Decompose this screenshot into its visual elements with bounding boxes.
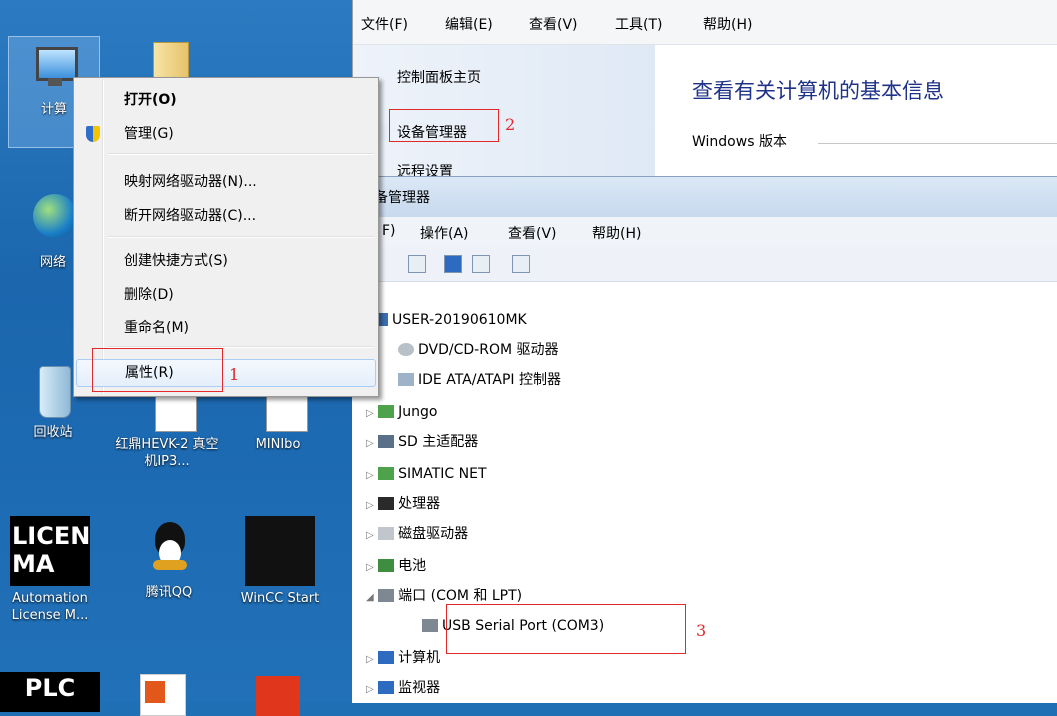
expand-arrow-icon[interactable]: ▷: [366, 408, 374, 419]
desktop-icon-label: 网络: [39, 255, 66, 270]
menu-item-map-drive[interactable]: 映射网络驱动器(N)...: [76, 169, 376, 195]
expand-arrow-icon[interactable]: ▷: [366, 500, 374, 511]
toolbar: [352, 247, 1057, 282]
sd-adapter-icon: [378, 435, 395, 448]
tree-node-processor[interactable]: ▷ 处理器: [366, 494, 440, 514]
menu-action[interactable]: 操作(A): [420, 223, 469, 243]
tree-node-dvd[interactable]: DVD/CD-ROM 驱动器: [398, 340, 559, 360]
processor-icon: [378, 497, 395, 510]
desktop-icon-label: 腾讯QQ: [145, 585, 193, 600]
menu-bar: F) 操作(A) 查看(V) 帮助(H): [352, 217, 1057, 247]
desktop-icon-plc[interactable]: PLC: [0, 672, 100, 712]
tree-node-disk[interactable]: ▷ 磁盘驱动器: [366, 524, 468, 544]
window-title: 备管理器: [374, 190, 430, 206]
tree-node-simatic[interactable]: ▷ SIMATIC NET: [366, 464, 487, 484]
license-manager-icon: LICEN MA: [10, 516, 90, 586]
desktop-icon-automation-license[interactable]: LICEN MA Automation License M...: [0, 516, 100, 624]
menu-item-rename[interactable]: 重命名(M): [76, 315, 376, 341]
tree-node-ide[interactable]: IDE ATA/ATAPI 控制器: [398, 370, 561, 390]
expand-arrow-icon[interactable]: ▷: [366, 438, 374, 449]
menu-help[interactable]: 帮助(H): [592, 223, 641, 243]
scan-hardware-icon[interactable]: [512, 255, 530, 273]
desktop-icon-label: PLC: [0, 672, 100, 712]
section-divider: [818, 143, 1057, 144]
annotation-number-1: 1: [229, 365, 240, 384]
battery-icon: [378, 559, 395, 572]
control-panel-main: 查看有关计算机的基本信息 Windows 版本: [656, 45, 1057, 180]
annotation-number-2: 2: [505, 115, 516, 134]
tree-node-battery[interactable]: ▷ 电池: [366, 556, 426, 576]
shield-icon: [86, 126, 100, 142]
tree-root[interactable]: USER-20190610MK: [372, 310, 527, 330]
annotation-number-3: 3: [696, 621, 707, 640]
help-icon[interactable]: [444, 255, 462, 273]
menu-help[interactable]: 帮助(H): [703, 14, 752, 34]
desktop-icon-label: MINIbo: [255, 437, 301, 452]
desktop-icon-wincc[interactable]: WinCC Start: [240, 516, 320, 607]
wincc-icon: [245, 516, 315, 586]
title-bar: 备管理器: [352, 177, 1057, 217]
network-device-icon: [378, 405, 395, 418]
port-icon: [378, 589, 395, 602]
device-manager-window: 备管理器 F) 操作(A) 查看(V) 帮助(H) USER-20190610M…: [352, 176, 1057, 703]
menu-bar: 文件(F) 编辑(E) 查看(V) 工具(T) 帮助(H): [353, 0, 1057, 45]
collapse-arrow-icon[interactable]: ◢: [366, 592, 374, 603]
annotation-box-device-manager: [389, 109, 499, 142]
control-panel-window: 文件(F) 编辑(E) 查看(V) 工具(T) 帮助(H) 控制面板主页 设备管…: [352, 0, 1057, 180]
section-windows-edition: Windows 版本: [692, 134, 787, 150]
menu-edit[interactable]: 编辑(E): [445, 14, 493, 34]
menu-item-create-shortcut[interactable]: 创建快捷方式(S): [76, 248, 376, 274]
menu-file-partial[interactable]: F): [382, 223, 396, 239]
menu-item-open[interactable]: 打开(O): [76, 87, 376, 113]
port-icon: [422, 619, 438, 632]
tree-node-jungo[interactable]: ▷ Jungo: [366, 402, 437, 422]
tree-node-ports[interactable]: ◢ 端口 (COM 和 LPT): [366, 586, 522, 606]
expand-arrow-icon[interactable]: ▷: [366, 530, 374, 541]
desktop-icon-label: 计算: [40, 102, 67, 117]
desktop-icon-label: WinCC Start: [240, 591, 320, 606]
ide-controller-icon: [398, 373, 414, 386]
menu-view[interactable]: 查看(V): [508, 223, 557, 243]
menu-item-disconnect-drive[interactable]: 断开网络驱动器(C)...: [76, 203, 376, 229]
desktop-icon-label: 红鼎HEVK-2 真空机IP3...: [115, 437, 219, 469]
tree-node-computer[interactable]: ▷ 计算机: [366, 648, 440, 668]
desktop-icon-label: Automation License M...: [11, 591, 89, 623]
menu-file[interactable]: 文件(F): [361, 14, 408, 34]
menu-separator: [108, 236, 374, 238]
monitor-icon: [378, 681, 395, 694]
tree-node-sd[interactable]: ▷ SD 主适配器: [366, 432, 478, 452]
page-heading: 查看有关计算机的基本信息: [692, 79, 944, 103]
tree-node-monitor[interactable]: ▷ 监视器: [366, 678, 440, 698]
menu-tools[interactable]: 工具(T): [615, 14, 662, 34]
menu-item-delete[interactable]: 删除(D): [76, 282, 376, 308]
disk-drive-icon: [378, 527, 395, 540]
expand-arrow-icon[interactable]: ▷: [366, 470, 374, 481]
expand-arrow-icon[interactable]: ▷: [366, 684, 374, 695]
desktop-icon-label: 回收站: [33, 425, 73, 440]
dvd-drive-icon: [398, 343, 414, 356]
penguin-icon: [139, 520, 199, 580]
menu-item-manage[interactable]: 管理(G): [76, 121, 376, 147]
computer-icon: [378, 651, 395, 664]
pdf-icon[interactable]: [140, 674, 186, 716]
menu-separator: [108, 153, 374, 155]
app-icon[interactable]: [256, 676, 300, 716]
expand-arrow-icon[interactable]: ▷: [366, 654, 374, 665]
desktop-icon-qq[interactable]: 腾讯QQ: [124, 520, 214, 601]
update-driver-icon[interactable]: [472, 255, 490, 273]
annotation-box-usb-serial: [446, 604, 686, 654]
sidebar-link-home[interactable]: 控制面板主页: [397, 67, 481, 87]
properties-icon[interactable]: [408, 255, 426, 273]
network-device-icon: [378, 467, 395, 480]
expand-arrow-icon[interactable]: ▷: [366, 562, 374, 573]
license-logo-text: LICEN MA: [12, 522, 91, 578]
annotation-box-properties: [92, 348, 223, 392]
menu-view[interactable]: 查看(V): [529, 14, 578, 34]
